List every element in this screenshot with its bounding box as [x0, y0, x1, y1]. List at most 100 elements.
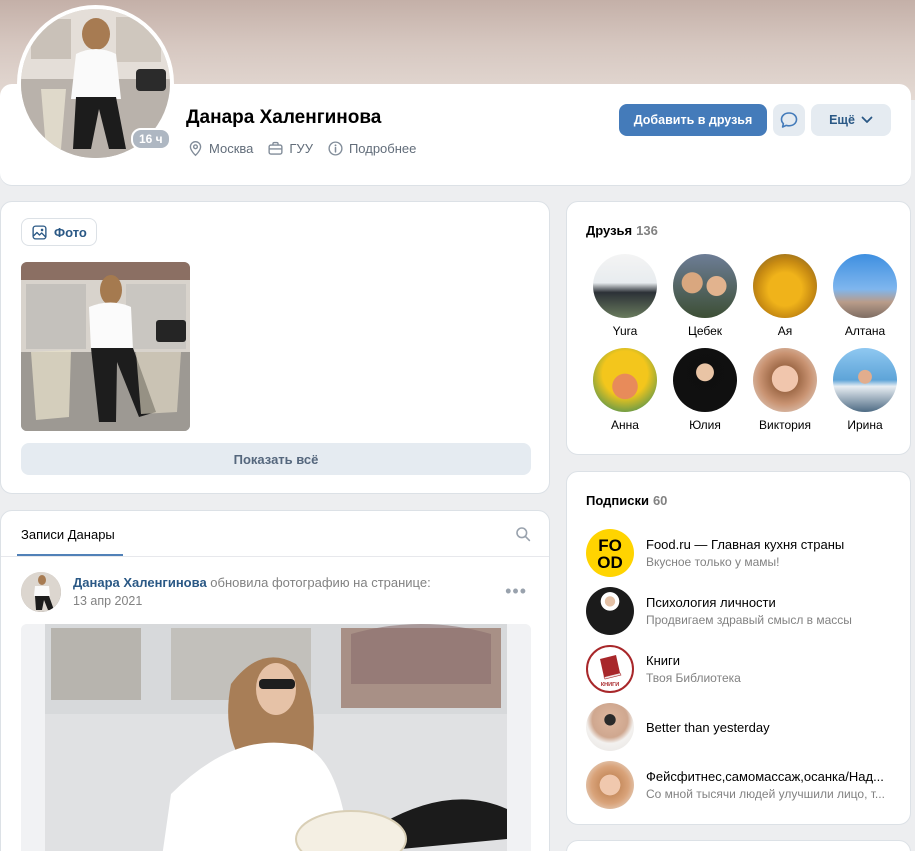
books-logo-text: КНИГИ — [601, 682, 619, 688]
food-logo: FO OD — [586, 529, 634, 577]
friend-item[interactable]: Цебек — [665, 254, 745, 338]
subscription-desc: Со мной тысячи людей улучшили лицо, т... — [646, 787, 885, 801]
subscription-text: Better than yesterday — [646, 720, 886, 735]
subscription-item[interactable]: Фейсфитнес,самомассаж,осанка/Над... Со м… — [586, 756, 898, 814]
subscription-desc: Вкусное только у мамы! — [646, 555, 780, 569]
post-avatar-art — [21, 572, 61, 612]
add-friend-button[interactable]: Добавить в друзья — [619, 104, 767, 136]
tab-posts[interactable]: Записи Данары — [21, 527, 115, 542]
svg-text:OD: OD — [597, 553, 623, 572]
subscription-text: Фейсфитнес,самомассаж,осанка/Над... Со м… — [646, 769, 886, 801]
friend-avatar — [753, 254, 817, 318]
friends-title[interactable]: Друзья 136 — [586, 223, 658, 238]
friend-avatar — [673, 348, 737, 412]
location-pin-icon — [189, 141, 202, 157]
subscription-name: Фейсфитнес,самомассаж,осанка/Над... — [646, 769, 884, 784]
post-date[interactable]: 13 апр 2021 — [73, 594, 142, 608]
friend-item[interactable]: Ирина — [825, 348, 905, 432]
friend-item[interactable]: Виктория — [745, 348, 825, 432]
friend-item[interactable]: Алтана — [825, 254, 905, 338]
subscriptions-card: Подписки 60 FO OD Food.ru — Главная кухня… — [566, 471, 911, 825]
friend-item[interactable]: Анна — [585, 348, 665, 432]
meta-university-label: ГУУ — [289, 141, 313, 156]
friend-name: Ирина — [847, 418, 883, 432]
friend-name: Анна — [611, 418, 639, 432]
wall-search-button[interactable] — [515, 526, 531, 545]
more-button[interactable]: Ещё — [811, 104, 891, 136]
post-photo[interactable] — [21, 624, 531, 851]
post-author-link[interactable]: Данара Халенгинова — [73, 575, 207, 590]
subscription-name: Better than yesterday — [646, 719, 770, 735]
friend-avatar — [833, 254, 897, 318]
next-card-edge — [566, 840, 911, 851]
friends-card: Друзья 136 Yura Цебек Ая Алтана Анна Юлия — [566, 201, 911, 455]
friend-avatar — [673, 254, 737, 318]
friend-name: Ая — [777, 324, 793, 338]
info-icon — [328, 141, 343, 156]
active-tab-indicator — [17, 554, 123, 556]
briefcase-icon — [268, 141, 283, 155]
photo-thumbnail[interactable] — [21, 262, 190, 431]
post-photo-art — [21, 624, 531, 851]
subscription-text: Психология личности Продвигаем здравый с… — [646, 595, 886, 627]
subscriptions-count: 60 — [652, 493, 668, 508]
subscription-item[interactable]: КНИГИ Книги Твоя Библиотека — [586, 640, 898, 698]
friends-title-label: Друзья — [586, 223, 633, 238]
subscription-desc: Твоя Библиотека — [646, 671, 741, 685]
show-all-photos-button[interactable]: Показать всё — [21, 443, 531, 475]
subscription-name: Книги — [646, 653, 681, 668]
image-icon — [32, 224, 47, 240]
subscriptions-list: FO OD Food.ru — Главная кухня страны Вку… — [586, 524, 898, 814]
friend-avatar — [593, 254, 657, 318]
search-icon — [516, 527, 531, 542]
subscriptions-title-label: Подписки — [586, 493, 649, 508]
meta-city[interactable]: Москва — [187, 140, 253, 157]
friend-name: Yura — [612, 324, 638, 338]
friend-avatar — [593, 348, 657, 412]
message-button[interactable] — [773, 104, 805, 136]
subscription-item[interactable]: Психология личности Продвигаем здравый с… — [586, 582, 898, 640]
friend-name: Цебек — [687, 324, 723, 338]
subscription-item[interactable]: Better than yesterday — [586, 698, 898, 756]
friends-count: 136 — [636, 223, 658, 238]
psychology-avatar — [586, 587, 634, 635]
wall-card: Записи Данары Данара Халенгинова обновил… — [0, 510, 550, 851]
message-bubble-icon — [780, 112, 798, 128]
photos-tab[interactable]: Фото — [21, 218, 97, 246]
post-more-icon[interactable]: ••• — [505, 581, 527, 602]
friend-avatar — [753, 348, 817, 412]
subscriptions-title[interactable]: Подписки 60 — [586, 493, 667, 508]
subscription-item[interactable]: FO OD Food.ru — Главная кухня страны Вку… — [586, 524, 898, 582]
photos-tab-label: Фото — [54, 224, 87, 240]
more-button-label: Ещё — [829, 113, 855, 127]
profile-meta: Москва ГУУ Подробнее — [187, 140, 416, 157]
subscription-name: Психология личности — [646, 595, 776, 610]
friends-grid: Yura Цебек Ая Алтана Анна Юлия Виктория — [585, 254, 905, 432]
friend-item[interactable]: Юлия — [665, 348, 745, 432]
subscription-desc: Продвигаем здравый смысл в массы — [646, 613, 852, 627]
book-icon: КНИГИ — [600, 655, 622, 688]
post-author-avatar[interactable] — [21, 572, 61, 612]
wall-tabs: Записи Данары — [1, 511, 549, 557]
chevron-down-icon — [861, 116, 873, 123]
meta-city-label: Москва — [209, 141, 254, 156]
subscription-name: Food.ru — Главная кухня страны — [646, 537, 845, 552]
photos-card: Фото Показать всё — [0, 201, 550, 494]
friend-name: Виктория — [758, 418, 811, 432]
meta-details-label: Подробнее — [348, 141, 417, 156]
food-logo-art: FO OD — [597, 536, 623, 572]
subscription-text: Food.ru — Главная кухня страны Вкусное т… — [646, 537, 886, 569]
friend-avatar — [833, 348, 897, 412]
online-status-badge: 16 ч — [131, 128, 171, 150]
subscription-text: Книги Твоя Библиотека — [646, 653, 886, 685]
books-logo: КНИГИ — [586, 645, 634, 693]
post-action-text: обновила фотографию на странице: — [206, 575, 431, 590]
profile-name: Данара Халенгинова — [186, 107, 382, 128]
better-avatar — [586, 703, 634, 751]
meta-university[interactable]: ГУУ — [267, 140, 313, 157]
photo-thumbnail-art — [21, 262, 190, 431]
friend-item[interactable]: Ая — [745, 254, 825, 338]
friend-item[interactable]: Yura — [585, 254, 665, 338]
meta-details[interactable]: Подробнее — [327, 140, 416, 157]
facefitness-avatar — [586, 761, 634, 809]
